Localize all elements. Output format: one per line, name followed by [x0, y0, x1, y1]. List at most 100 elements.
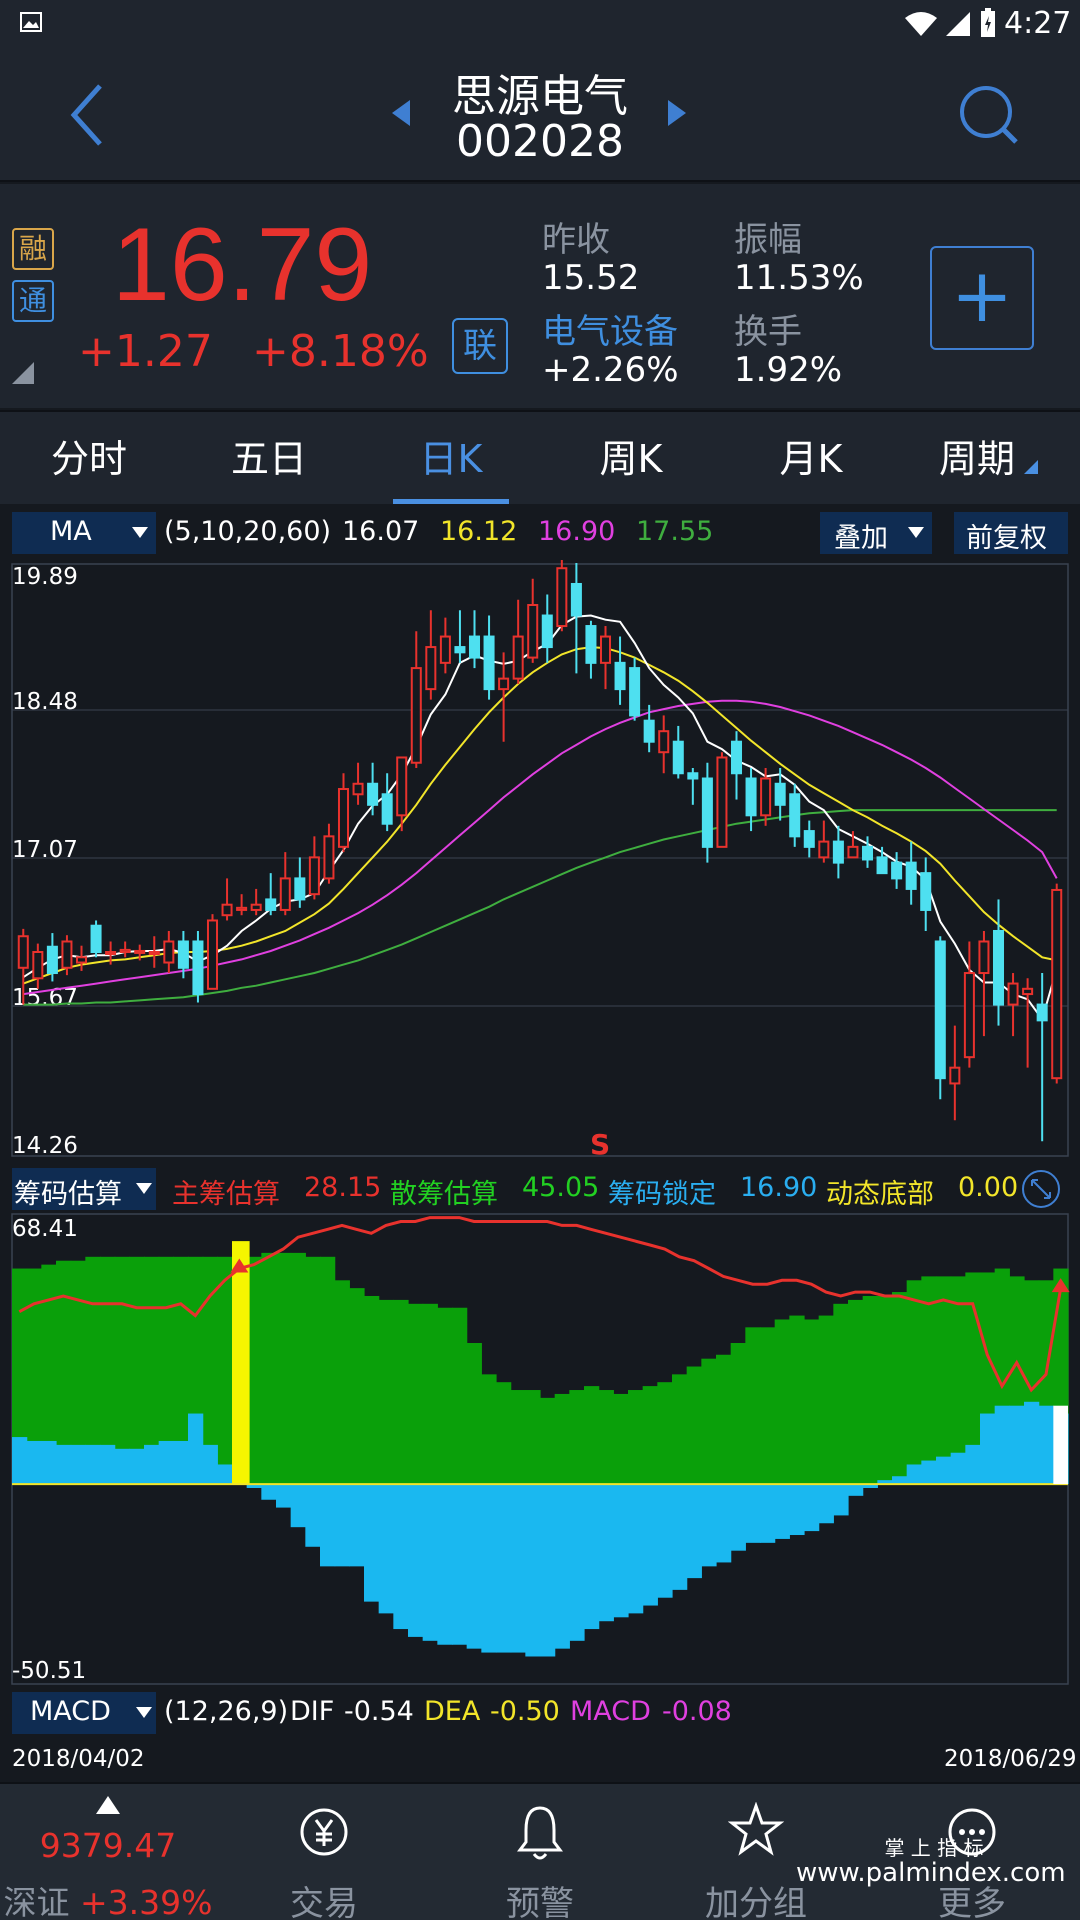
- retail-chip-bar: [349, 1288, 365, 1485]
- overlay-selector[interactable]: 叠加: [820, 512, 932, 554]
- retail-chip-bar: [745, 1327, 761, 1485]
- price-axis-label: 15.67: [12, 985, 78, 1011]
- macd-selector[interactable]: MACD: [12, 1692, 156, 1734]
- chip-lock-bar: [1009, 1405, 1025, 1485]
- index-value: 9379.47: [39, 1826, 177, 1865]
- retail-chip-bar: [789, 1315, 805, 1485]
- chip-bars: [12, 1216, 1070, 1657]
- link-button[interactable]: 联: [452, 318, 508, 374]
- negative-chip-bar: [290, 1484, 306, 1528]
- chip-lock-bar: [936, 1456, 952, 1485]
- chip-lock-value: 16.90: [740, 1172, 818, 1203]
- start-date: 2018/04/02: [12, 1746, 145, 1772]
- negative-chip-bar: [466, 1484, 482, 1649]
- negative-chip-bar: [554, 1484, 570, 1649]
- chip-lock-bar: [144, 1444, 160, 1485]
- negative-chip-bar: [261, 1484, 277, 1500]
- retail-chip-bar: [716, 1354, 732, 1485]
- candlestick-chart[interactable]: 19.89 18.48 17.07 15.67 14.26 S: [0, 560, 1080, 1160]
- nav-add-group[interactable]: 加分组: [648, 1784, 864, 1920]
- retail-chip-bar: [613, 1393, 629, 1485]
- chip-lock-bar: [41, 1440, 57, 1485]
- current-price: 16.79: [112, 207, 373, 323]
- candle-body: [818, 840, 830, 859]
- chip-lock-bar: [965, 1444, 981, 1485]
- chip-indicator-selector[interactable]: 筹码估算: [12, 1168, 156, 1210]
- sector-link[interactable]: 电气设备: [542, 304, 678, 353]
- price-axis-label: 14.26: [12, 1133, 78, 1159]
- negative-chip-bar: [481, 1484, 497, 1653]
- chip-lock-bar: [980, 1413, 996, 1485]
- ma-params: (5,10,20,60): [164, 516, 332, 547]
- negative-chip-bar: [730, 1484, 746, 1551]
- back-arrow-icon[interactable]: [66, 82, 106, 148]
- candle-body: [337, 788, 350, 848]
- main-chip-value: 28.15: [304, 1172, 382, 1203]
- candle-body: [687, 772, 699, 780]
- candle-body: [367, 782, 379, 806]
- tab-period[interactable]: 周期: [902, 412, 1052, 506]
- candle-body: [439, 635, 451, 664]
- candle-body: [716, 756, 728, 848]
- negative-chip-bar: [378, 1484, 394, 1614]
- candle-body: [832, 840, 844, 864]
- add-to-watchlist-button[interactable]: +: [930, 246, 1034, 350]
- candle-body: [206, 919, 219, 990]
- negative-chip-bar: [686, 1484, 702, 1579]
- chip-lock-bar: [12, 1437, 28, 1485]
- candle-body: [803, 830, 815, 848]
- stock-connect-badge: 通: [12, 280, 54, 322]
- price-change: +1.27: [78, 326, 213, 377]
- retail-chip-bar: [466, 1343, 482, 1485]
- chip-distribution-chart[interactable]: 68.41 -50.51: [0, 1212, 1080, 1686]
- signal-bar: [232, 1241, 250, 1485]
- negative-chip-bar: [364, 1484, 380, 1602]
- retail-chip-bar: [510, 1390, 526, 1485]
- ma5-value: 16.07: [342, 516, 420, 547]
- prev-close-label: 昨收: [542, 220, 610, 260]
- negative-chip-bar: [540, 1484, 556, 1657]
- next-stock-icon[interactable]: [666, 98, 688, 128]
- ma-selector[interactable]: MA: [12, 512, 156, 554]
- negative-chip-bar: [613, 1484, 629, 1618]
- candle-body: [599, 635, 612, 664]
- tab-weekly-k[interactable]: 周K: [556, 412, 706, 506]
- retail-chip-bar: [290, 1252, 306, 1485]
- prev-stock-icon[interactable]: [390, 98, 412, 128]
- nav-trade[interactable]: 交易: [216, 1784, 432, 1920]
- turnover-value: 1.92%: [734, 350, 843, 390]
- adjust-price-button[interactable]: 前复权: [954, 512, 1068, 554]
- retail-chip-bar: [848, 1299, 864, 1485]
- candle-body: [221, 903, 233, 917]
- retail-chip-bar: [921, 1276, 937, 1485]
- chip-lock-bar: [994, 1405, 1010, 1485]
- overlay-dropdown-icon: [908, 527, 924, 538]
- chip-lock-bar: [85, 1444, 101, 1485]
- tab-monthly-k[interactable]: 月K: [736, 412, 886, 506]
- tab-five-day[interactable]: 五日: [194, 412, 344, 506]
- tab-intraday[interactable]: 分时: [14, 412, 164, 506]
- battery-icon: [981, 8, 995, 37]
- chip-lock-bar: [100, 1444, 116, 1485]
- candle-body: [861, 845, 874, 861]
- candle-body: [192, 940, 204, 996]
- retail-chip-bar: [730, 1343, 746, 1485]
- candle-body: [32, 951, 44, 980]
- dea-value: -0.50: [490, 1696, 560, 1727]
- candle-body: [61, 940, 73, 969]
- nav-alert[interactable]: 预警: [432, 1784, 648, 1920]
- dif-label: DIF: [290, 1696, 335, 1727]
- search-icon[interactable]: [956, 82, 1020, 146]
- retail-chip-label: 散筹估算: [390, 1179, 498, 1210]
- index-ticker[interactable]: 9379.47 深证 +3.39%: [0, 1784, 216, 1920]
- stock-header: 思源电气 002028: [0, 48, 1080, 182]
- ma20-value: 16.90: [538, 516, 616, 547]
- candle-body: [250, 903, 262, 911]
- index-change: +3.39%: [80, 1883, 213, 1920]
- fullscreen-icon[interactable]: [1020, 1168, 1062, 1210]
- retail-chip-value: 45.05: [522, 1172, 600, 1203]
- candle-body: [876, 856, 888, 875]
- expand-corner-icon[interactable]: [12, 362, 34, 384]
- candle-body: [512, 635, 524, 680]
- tab-daily-k[interactable]: 日K: [376, 412, 526, 506]
